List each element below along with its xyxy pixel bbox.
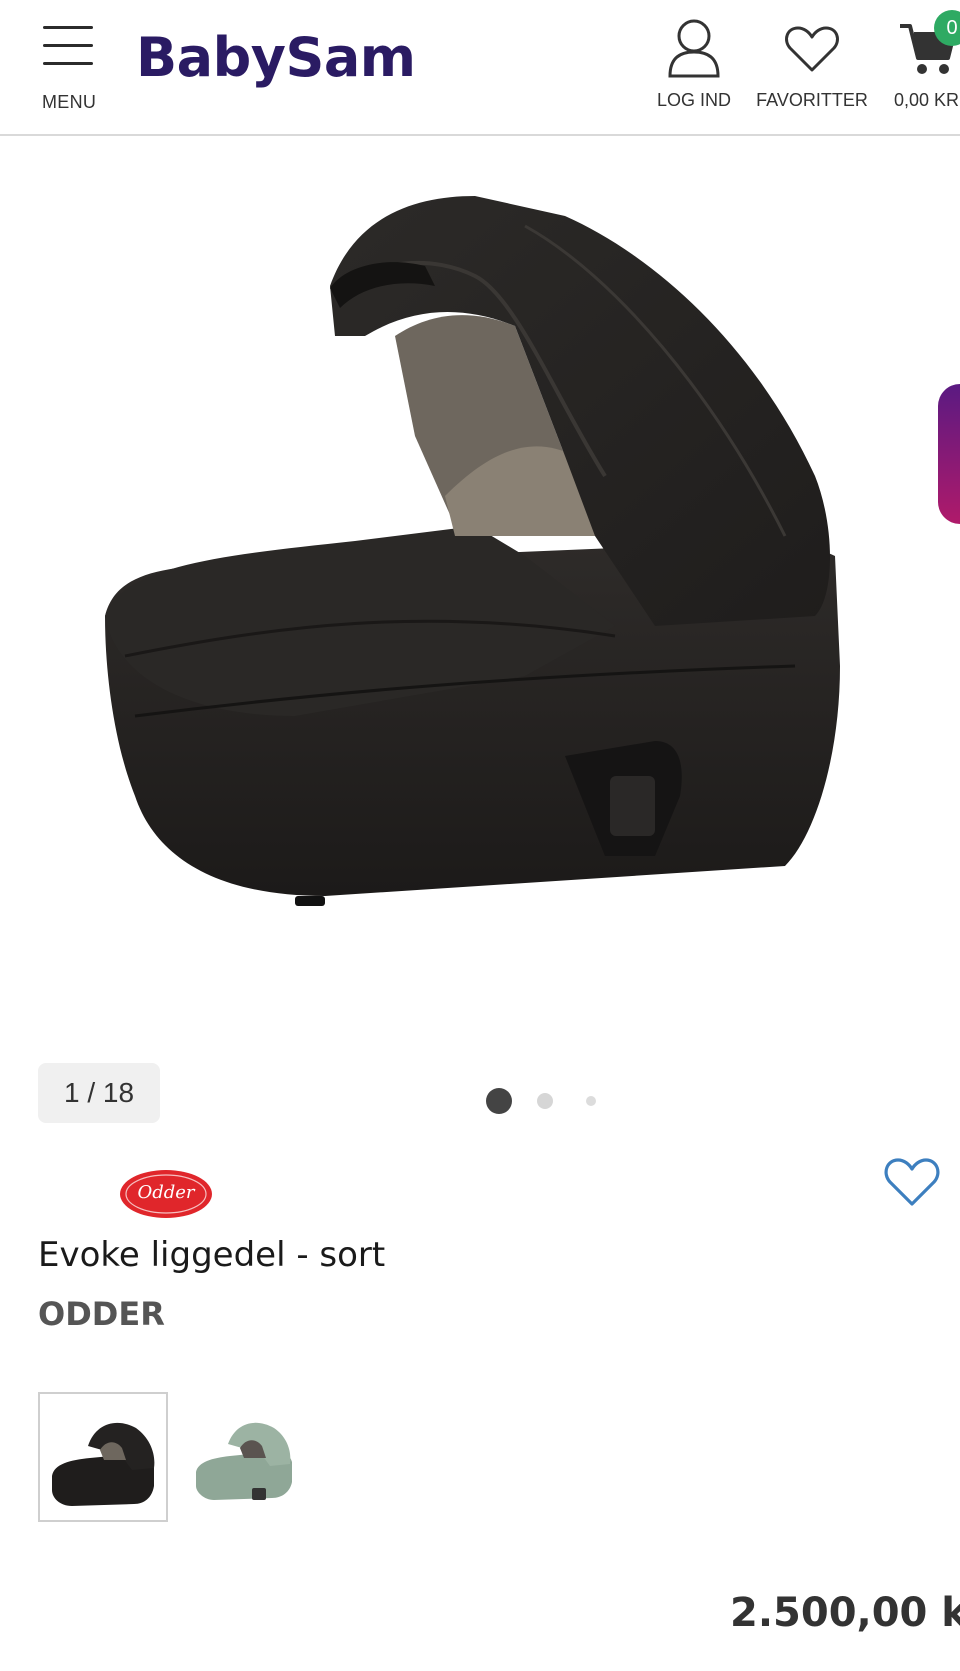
product-brand[interactable]: ODDER [38, 1295, 165, 1333]
add-to-favorites-heart-icon[interactable] [884, 1156, 940, 1208]
babysam-logo[interactable]: BabySam [136, 26, 416, 89]
site-header: MENU BabySam LOG IND FAVORITTER 0 0,00 K… [0, 0, 960, 136]
image-counter: 1 / 18 [38, 1063, 160, 1123]
gallery-dot-1[interactable] [486, 1088, 512, 1114]
variant-black-thumbnail [52, 1422, 155, 1506]
menu-button[interactable]: MENU [40, 22, 100, 114]
product-image[interactable] [95, 196, 895, 956]
product-title: Evoke liggedel - sort [38, 1235, 386, 1275]
favorites-button[interactable]: FAVORITTER [752, 10, 872, 120]
heart-icon [785, 26, 839, 72]
gallery-dot-3[interactable] [586, 1096, 596, 1106]
variant-swatch-green[interactable] [182, 1392, 312, 1522]
brand-logo-text: Odder [137, 1182, 195, 1203]
gallery-dot-2[interactable] [537, 1093, 553, 1109]
menu-label: MENU [42, 92, 97, 112]
login-button[interactable]: LOG IND [650, 10, 738, 120]
variant-swatch-black[interactable] [38, 1392, 168, 1522]
variant-green-thumbnail [196, 1422, 292, 1500]
user-icon [668, 19, 720, 78]
login-label: LOG IND [656, 90, 731, 110]
hamburger-icon [43, 26, 93, 72]
product-price: 2.500,00 kr. [730, 1590, 960, 1636]
cart-button[interactable]: 0 0,00 KR [886, 10, 960, 120]
product-gallery[interactable] [0, 136, 960, 1136]
favorites-label: FAVORITTER [756, 90, 868, 110]
side-promo-tab[interactable] [938, 384, 960, 524]
cart-total: 0,00 KR [894, 90, 960, 110]
odder-brand-logo[interactable]: Odder [118, 1168, 214, 1220]
